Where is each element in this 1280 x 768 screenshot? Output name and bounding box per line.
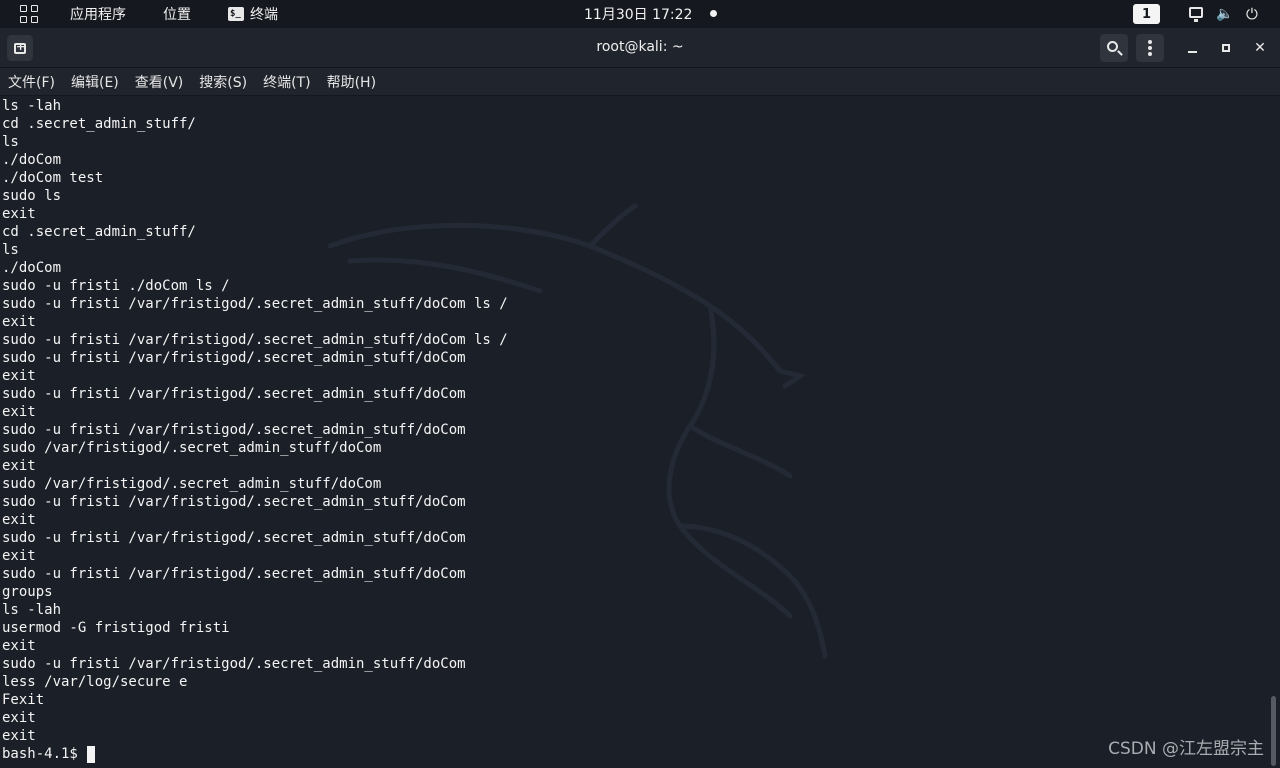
menu-view[interactable]: 查看(V)	[127, 72, 192, 92]
applications-menu[interactable]: 应用程序	[70, 0, 126, 28]
terminal-line: sudo -u fristi /var/fristigod/.secret_ad…	[2, 530, 466, 546]
terminal-line: exit	[2, 728, 36, 744]
minimize-button[interactable]	[1182, 38, 1202, 58]
maximize-icon	[1222, 44, 1230, 52]
terminal-app-menu[interactable]: $_ 终端	[228, 0, 278, 28]
power-icon[interactable]: ⏻	[1246, 0, 1258, 28]
terminal-line: ls -lah	[2, 98, 62, 114]
terminal-line: exit	[2, 458, 36, 474]
terminal-line: sudo ls	[2, 188, 62, 204]
terminal-line: ls	[2, 134, 19, 150]
prompt-line[interactable]: bash-4.1$	[2, 745, 508, 763]
menu-bar: 文件(F) 编辑(E) 查看(V) 搜索(S) 终端(T) 帮助(H)	[0, 68, 1280, 96]
terminal-line: cd .secret_admin_stuff/	[2, 116, 196, 132]
terminal-line: sudo /var/fristigod/.secret_admin_stuff/…	[2, 440, 382, 456]
terminal-line: usermod -G fristigod fristi	[2, 620, 230, 636]
terminal-line: exit	[2, 512, 36, 528]
terminal-line: ./doCom	[2, 260, 62, 276]
terminal-line: groups	[2, 584, 53, 600]
watermark-text: CSDN @江左盟宗主	[1108, 739, 1264, 759]
terminal-line: exit	[2, 710, 36, 726]
terminal-line: sudo -u fristi /var/fristigod/.secret_ad…	[2, 386, 466, 402]
terminal-line: ls	[2, 242, 19, 258]
kebab-menu-icon	[1148, 46, 1152, 50]
terminal-line: sudo -u fristi /var/fristigod/.secret_ad…	[2, 566, 466, 582]
menu-terminal[interactable]: 终端(T)	[255, 72, 318, 92]
terminal-icon: $_	[228, 7, 244, 21]
close-button[interactable]: ✕	[1250, 38, 1270, 58]
terminal-line: exit	[2, 368, 36, 384]
menu-button[interactable]	[1136, 34, 1164, 62]
clock[interactable]: 11月30日 17:22	[584, 0, 692, 28]
terminal-line: sudo -u fristi /var/fristigod/.secret_ad…	[2, 422, 466, 438]
terminal-line: sudo -u fristi /var/fristigod/.secret_ad…	[2, 296, 508, 312]
display-icon[interactable]	[1189, 7, 1203, 22]
minimize-icon	[1187, 51, 1197, 53]
terminal-line: sudo -u fristi ./doCom ls /	[2, 278, 230, 294]
app-grid-icon[interactable]	[20, 5, 38, 23]
text-cursor	[86, 746, 95, 763]
terminal-line: exit	[2, 638, 36, 654]
menu-search[interactable]: 搜索(S)	[191, 72, 255, 92]
terminal-line: exit	[2, 548, 36, 564]
menu-edit[interactable]: 编辑(E)	[63, 72, 127, 92]
menu-help[interactable]: 帮助(H)	[319, 72, 384, 92]
terminal-line: sudo -u fristi /var/fristigod/.secret_ad…	[2, 494, 466, 510]
search-button[interactable]	[1100, 34, 1128, 62]
terminal-output[interactable]: ls -lah cd .secret_admin_stuff/ls ./doCom.…	[0, 96, 1280, 768]
terminal-app-label: 终端	[250, 7, 278, 23]
workspace-indicator[interactable]: 1	[1133, 4, 1160, 24]
terminal-line: exit	[2, 314, 36, 330]
window-title: root@kali: ~	[596, 39, 684, 55]
terminal-line: ls -lah	[2, 602, 62, 618]
terminal-text: ls -lah cd .secret_admin_stuff/ls ./doCom.…	[2, 97, 508, 763]
volume-icon[interactable]: 🔈	[1216, 0, 1233, 28]
search-icon	[1107, 41, 1118, 52]
terminal-line: cd .secret_admin_stuff/	[2, 224, 196, 240]
terminal-line: Fexit	[2, 692, 45, 708]
maximize-button[interactable]	[1216, 38, 1236, 58]
terminal-line: sudo -u fristi /var/fristigod/.secret_ad…	[2, 656, 466, 672]
terminal-line: sudo -u fristi /var/fristigod/.secret_ad…	[2, 350, 466, 366]
terminal-line: sudo -u fristi /var/fristigod/.secret_ad…	[2, 332, 508, 348]
scrollbar[interactable]	[1271, 696, 1276, 766]
terminal-line: ./doCom test	[2, 170, 104, 186]
terminal-line: ./doCom	[2, 152, 62, 168]
terminal-line: exit	[2, 206, 36, 222]
places-menu[interactable]: 位置	[163, 0, 191, 28]
window-titlebar: root@kali: ~ ✕	[0, 28, 1280, 68]
terminal-line: exit	[2, 404, 36, 420]
menu-file[interactable]: 文件(F)	[0, 72, 63, 92]
terminal-line: less /var/log/secure e	[2, 674, 188, 690]
terminal-line: sudo /var/fristigod/.secret_admin_stuff/…	[2, 476, 382, 492]
top-panel: 应用程序 位置 $_ 终端 11月30日 17:22 1 🔈 ⏻	[0, 0, 1280, 28]
shell-prompt: bash-4.1$	[2, 746, 78, 762]
notification-dot	[710, 10, 717, 17]
